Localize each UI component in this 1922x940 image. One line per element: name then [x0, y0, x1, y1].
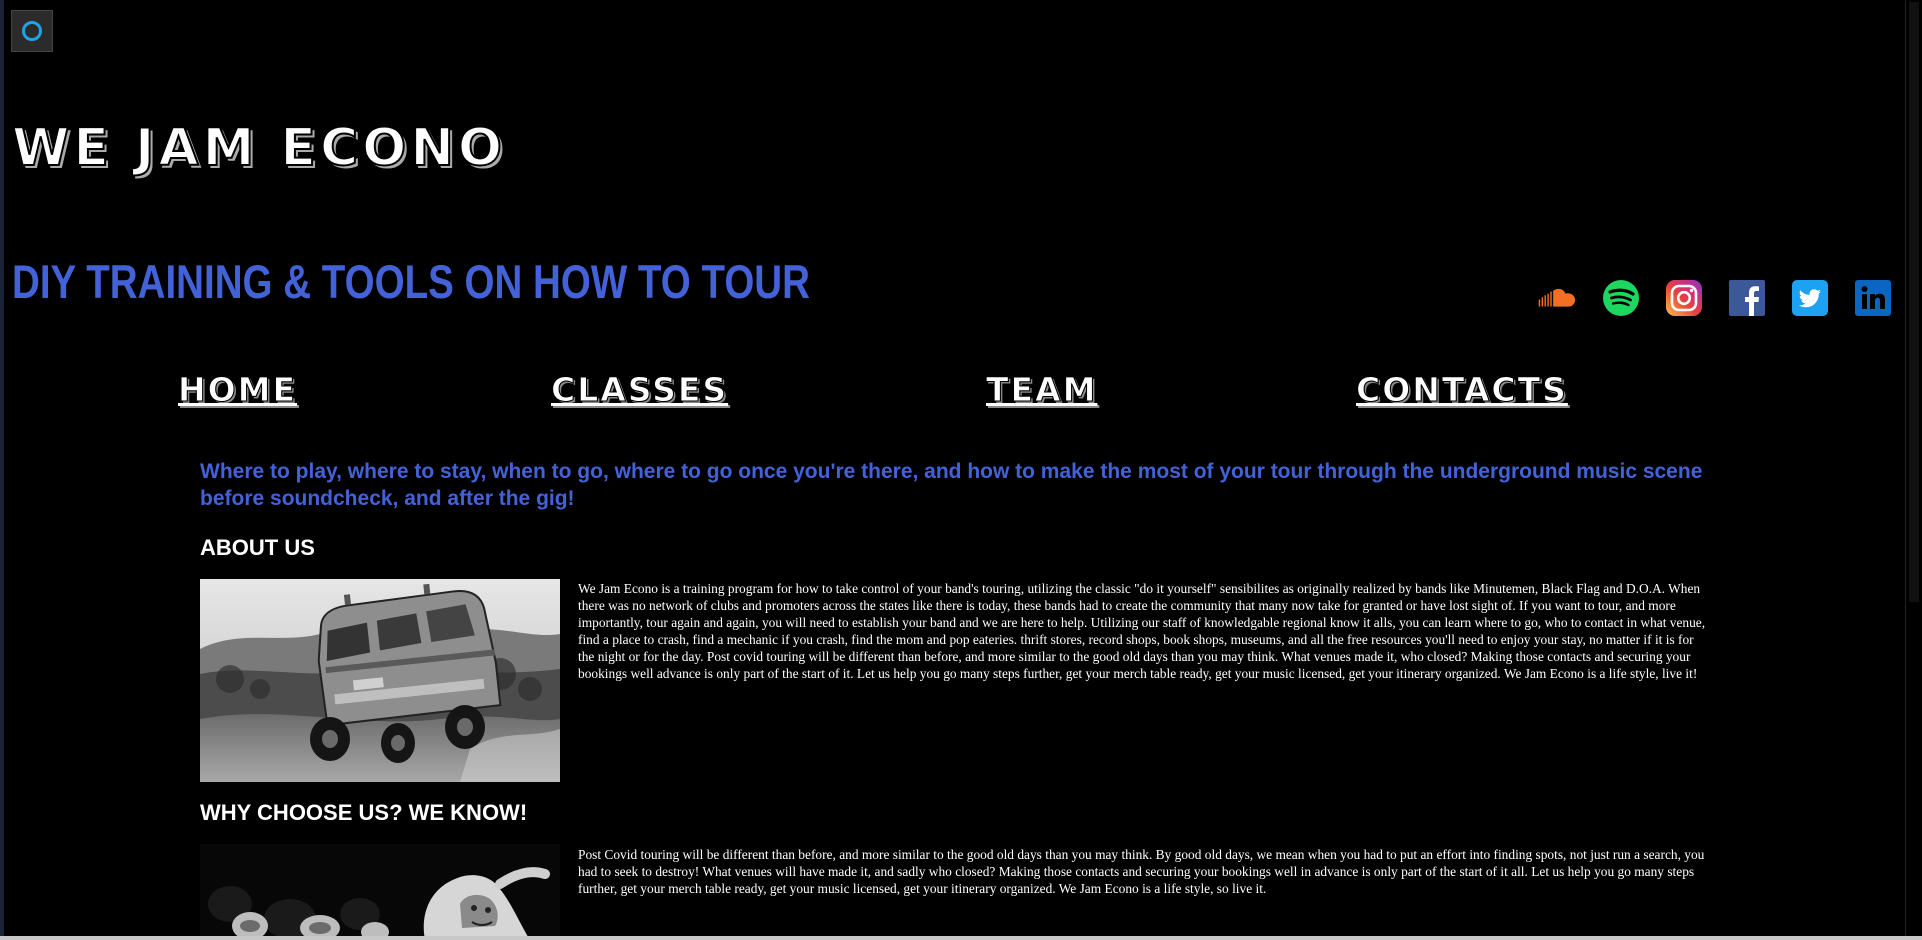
scrollbar-thumb[interactable] [1909, 2, 1919, 602]
nav-contacts-link[interactable]: CONTACTS [1356, 370, 1568, 410]
about-us-heading: ABOUT US [200, 535, 315, 560]
why-choose-us-text: Post Covid touring will be different tha… [578, 847, 1705, 896]
intro-text: Where to play, where to stay, when to go… [200, 460, 1703, 510]
spotify-icon[interactable] [1601, 278, 1640, 317]
van-photo [200, 579, 560, 782]
main-nav: HOME CLASSES TEAM CONTACTS [0, 370, 1922, 420]
nav-home-link[interactable]: HOME [177, 370, 297, 410]
crowd-photo [200, 844, 560, 940]
soundcloud-icon[interactable] [1538, 278, 1577, 317]
site-title: WE JAM ECONO [11, 117, 507, 179]
social-links [1538, 278, 1892, 317]
linkedin-icon[interactable] [1853, 278, 1892, 317]
nav-classes-link[interactable]: CLASSES [550, 370, 728, 410]
cortana-ring-icon [22, 21, 42, 41]
window-left-edge [0, 0, 4, 940]
window-bottom-edge [0, 936, 1922, 940]
site-tagline: DIY TRAINING & TOOLS ON HOW TO TOUR [12, 255, 810, 308]
vertical-scrollbar[interactable] [1905, 0, 1922, 940]
instagram-icon[interactable] [1664, 278, 1703, 317]
twitter-icon[interactable] [1790, 278, 1829, 317]
why-choose-us-heading: WHY CHOOSE US? WE KNOW! [200, 800, 528, 825]
about-us-text: We Jam Econo is a training program for h… [578, 581, 1706, 681]
page: WE JAM ECONO DIY TRAINING & TOOLS ON HOW… [0, 0, 1922, 940]
facebook-icon[interactable] [1727, 278, 1766, 317]
nav-team-link[interactable]: TEAM [985, 370, 1097, 410]
cortana-button[interactable] [11, 10, 53, 52]
